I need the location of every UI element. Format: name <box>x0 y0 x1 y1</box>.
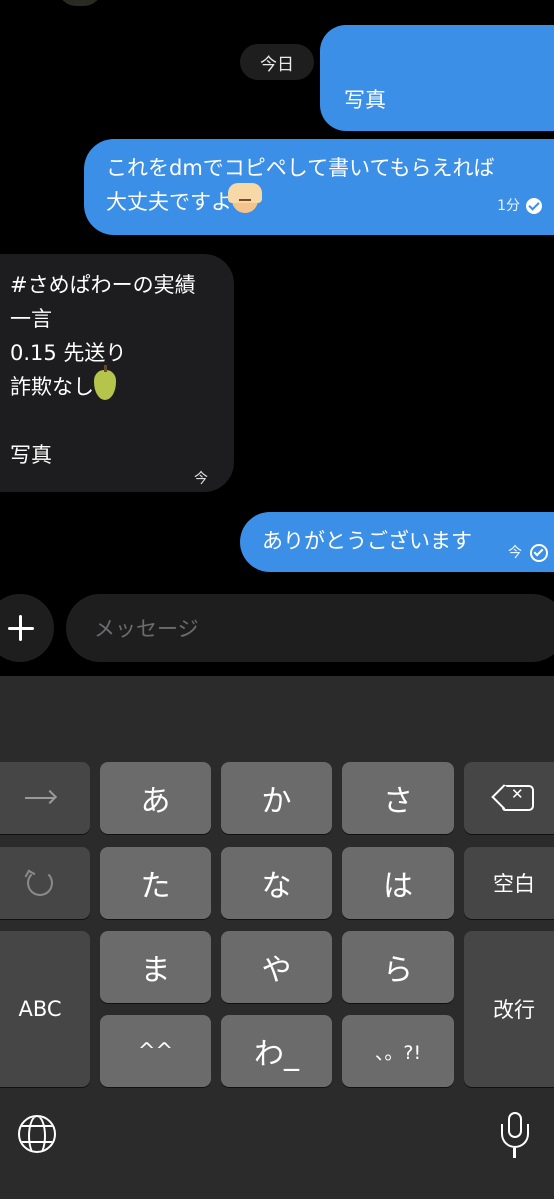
message-input[interactable] <box>92 594 536 664</box>
message-time: 今 <box>194 471 208 487</box>
top-bar <box>0 0 554 16</box>
backspace-icon <box>502 785 534 811</box>
message-text: これをdmでコピペして書いてもらえれば 大丈夫ですよ <box>106 156 495 214</box>
pear-icon <box>94 365 116 400</box>
message-lines: #さめぱわーの実績 一言 0.15 先送り 詐欺なし 写真 <box>10 268 196 472</box>
key-punctuation[interactable]: 、。?! <box>342 1015 454 1087</box>
arrow-right-icon <box>25 797 55 799</box>
message-line: 一言 <box>10 307 52 331</box>
avatar[interactable] <box>58 0 102 6</box>
undo-key[interactable] <box>0 847 90 919</box>
message-text: 写真 <box>344 88 386 112</box>
date-separator: 今日 <box>240 44 314 80</box>
message-time: 今 <box>508 545 522 561</box>
add-attachment-button[interactable] <box>0 594 54 662</box>
key-na[interactable]: な <box>221 847 332 919</box>
key-a[interactable]: あ <box>100 762 211 834</box>
message-composer[interactable] <box>66 594 554 664</box>
message-incoming[interactable]: #さめぱわーの実績 一言 0.15 先送り 詐欺なし 写真 今 <box>0 254 234 492</box>
message-meta: 1分 <box>497 189 542 223</box>
message-photo-outgoing[interactable]: 写真 <box>320 25 554 131</box>
message-text: ありがとうございます <box>262 529 472 553</box>
chat-area: 今日 写真 これをdmでコピペして書いてもらえれば 大丈夫ですよ 1分 #さめぱ… <box>0 0 554 676</box>
key-ka[interactable]: か <box>221 762 332 834</box>
key-ya[interactable]: や <box>221 931 332 1003</box>
sent-check-icon <box>530 544 548 562</box>
microphone-stem <box>513 1148 516 1158</box>
key-kaomoji[interactable]: ^^ <box>100 1015 211 1087</box>
microphone-arc <box>501 1124 529 1148</box>
message-time: 1分 <box>497 198 520 214</box>
message-thanks[interactable]: ありがとうございます 今 <box>240 512 554 572</box>
microphone-icon[interactable] <box>501 1112 529 1160</box>
person-gesturing-ok-icon <box>228 183 262 213</box>
cursor-right-key[interactable] <box>0 762 90 834</box>
message-line-with-emoji: 詐欺なし <box>10 365 196 404</box>
key-ra[interactable]: ら <box>342 931 454 1003</box>
message-line: #さめぱわーの実績 <box>10 273 196 297</box>
key-wa[interactable]: わ_ <box>221 1015 332 1087</box>
space-key[interactable]: 空白 <box>464 847 554 919</box>
undo-icon <box>27 870 53 896</box>
key-sa[interactable]: さ <box>342 762 454 834</box>
globe-icon[interactable] <box>18 1115 56 1153</box>
message-meta: 今 <box>508 536 548 570</box>
read-check-icon <box>526 198 542 214</box>
message-dm-request[interactable]: これをdmでコピペして書いてもらえれば 大丈夫ですよ 1分 <box>84 139 554 235</box>
key-ta[interactable]: た <box>100 847 211 919</box>
message-line: 写真 <box>10 443 52 467</box>
abc-key[interactable]: ABC <box>0 931 90 1087</box>
message-line: 0.15 先送り <box>10 341 127 365</box>
key-ma[interactable]: ま <box>100 931 211 1003</box>
backspace-key[interactable] <box>464 762 554 834</box>
return-key[interactable]: 改行 <box>464 931 554 1087</box>
message-line-empty <box>10 404 196 438</box>
key-ha[interactable]: は <box>342 847 454 919</box>
